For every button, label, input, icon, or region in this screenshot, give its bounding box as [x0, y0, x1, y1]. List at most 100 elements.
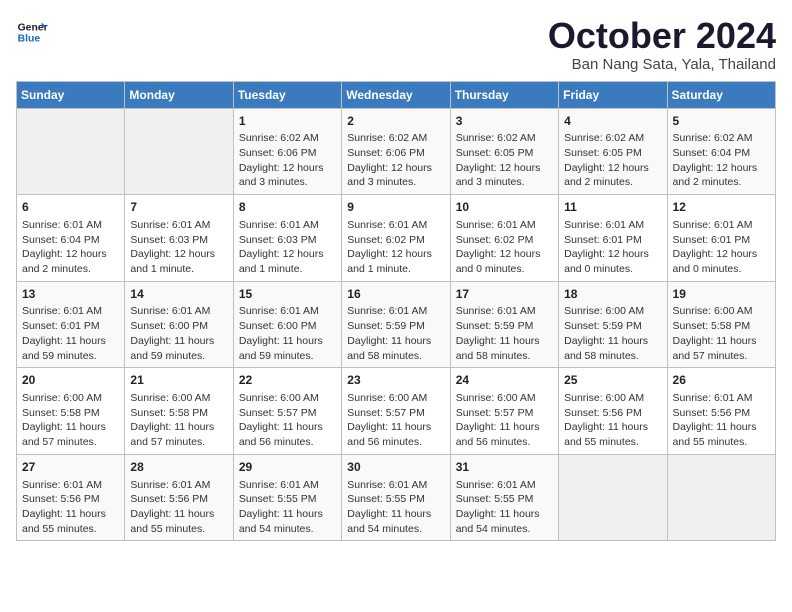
cell-sun-info: Sunrise: 6:01 AMSunset: 6:01 PMDaylight:… [564, 218, 661, 277]
calendar-cell: 19Sunrise: 6:00 AMSunset: 5:58 PMDayligh… [667, 281, 775, 368]
calendar-cell: 27Sunrise: 6:01 AMSunset: 5:56 PMDayligh… [17, 454, 125, 541]
day-number: 10 [456, 199, 553, 216]
day-number: 1 [239, 113, 336, 130]
calendar-cell: 24 Sunrise: 6:00 AMSunset: 5:57 PMDayligh… [450, 368, 558, 455]
day-number: 29 [239, 459, 336, 476]
weekday-header: Sunday [17, 81, 125, 108]
day-number: 17 [456, 286, 553, 303]
calendar-cell: 21 Sunrise: 6:00 AMSunset: 5:58 PMDayligh… [125, 368, 233, 455]
calendar-cell: 3Sunrise: 6:02 AMSunset: 6:05 PMDaylight… [450, 108, 558, 195]
day-number: 6 [22, 199, 119, 216]
calendar-cell: 20 Sunrise: 6:00 AMSunset: 5:58 PMDayligh… [17, 368, 125, 455]
day-number: 5 [673, 113, 770, 130]
day-number: 19 [673, 286, 770, 303]
calendar-cell: 11 Sunrise: 6:01 AMSunset: 6:01 PMDayligh… [559, 195, 667, 282]
day-number: 13 [22, 286, 119, 303]
cell-sun-info: Sunrise: 6:00 AMSunset: 5:57 PMDaylight:… [456, 391, 553, 450]
cell-sun-info: Sunrise: 6:01 AMSunset: 6:01 PMDaylight:… [22, 304, 119, 363]
svg-text:General: General [18, 22, 48, 33]
day-number: 22 [239, 372, 336, 389]
calendar-cell: 12 Sunrise: 6:01 AMSunset: 6:01 PMDayligh… [667, 195, 775, 282]
day-number: 31 [456, 459, 553, 476]
cell-sun-info: Sunrise: 6:01 AMSunset: 5:56 PMDaylight:… [130, 478, 227, 537]
day-number: 23 [347, 372, 444, 389]
cell-sun-info: Sunrise: 6:00 AMSunset: 5:58 PMDaylight:… [130, 391, 227, 450]
location: Ban Nang Sata, Yala, Thailand [548, 56, 776, 73]
day-number: 18 [564, 286, 661, 303]
calendar-cell: 2Sunrise: 6:02 AMSunset: 6:06 PMDaylight… [342, 108, 450, 195]
cell-sun-info: Sunrise: 6:02 AMSunset: 6:05 PMDaylight:… [456, 131, 553, 190]
weekday-header: Saturday [667, 81, 775, 108]
cell-sun-info: Sunrise: 6:01 AMSunset: 5:56 PMDaylight:… [673, 391, 770, 450]
calendar-cell: 15Sunrise: 6:01 AMSunset: 6:00 PMDayligh… [233, 281, 341, 368]
calendar-cell: 28 Sunrise: 6:01 AMSunset: 5:56 PMDayligh… [125, 454, 233, 541]
day-number: 11 [564, 199, 661, 216]
day-number: 26 [673, 372, 770, 389]
cell-sun-info: Sunrise: 6:00 AMSunset: 5:58 PMDaylight:… [22, 391, 119, 450]
day-number: 4 [564, 113, 661, 130]
calendar-cell: 17Sunrise: 6:01 AMSunset: 5:59 PMDayligh… [450, 281, 558, 368]
weekday-header: Tuesday [233, 81, 341, 108]
day-number: 8 [239, 199, 336, 216]
calendar-cell: 16Sunrise: 6:01 AMSunset: 5:59 PMDayligh… [342, 281, 450, 368]
calendar-cell: 1Sunrise: 6:02 AMSunset: 6:06 PMDaylight… [233, 108, 341, 195]
calendar-cell: 31Sunrise: 6:01 AMSunset: 5:55 PMDayligh… [450, 454, 558, 541]
weekday-header: Thursday [450, 81, 558, 108]
cell-sun-info: Sunrise: 6:01 AMSunset: 6:02 PMDaylight:… [456, 218, 553, 277]
weekday-header-row: SundayMondayTuesdayWednesdayThursdayFrid… [17, 81, 776, 108]
day-number: 9 [347, 199, 444, 216]
weekday-header: Wednesday [342, 81, 450, 108]
calendar-week-row: 1Sunrise: 6:02 AMSunset: 6:06 PMDaylight… [17, 108, 776, 195]
calendar-cell: 8 Sunrise: 6:01 AMSunset: 6:03 PMDaylight… [233, 195, 341, 282]
cell-sun-info: Sunrise: 6:00 AMSunset: 5:57 PMDaylight:… [347, 391, 444, 450]
calendar-cell: 14Sunrise: 6:01 AMSunset: 6:00 PMDayligh… [125, 281, 233, 368]
cell-sun-info: Sunrise: 6:01 AMSunset: 6:03 PMDaylight:… [239, 218, 336, 277]
calendar-week-row: 13Sunrise: 6:01 AMSunset: 6:01 PMDayligh… [17, 281, 776, 368]
calendar-table: SundayMondayTuesdayWednesdayThursdayFrid… [16, 81, 776, 542]
cell-sun-info: Sunrise: 6:01 AMSunset: 5:56 PMDaylight:… [22, 478, 119, 537]
weekday-header: Monday [125, 81, 233, 108]
calendar-cell: 29 Sunrise: 6:01 AMSunset: 5:55 PMDayligh… [233, 454, 341, 541]
logo-icon: General Blue [16, 16, 48, 48]
calendar-cell [17, 108, 125, 195]
day-number: 16 [347, 286, 444, 303]
weekday-header: Friday [559, 81, 667, 108]
cell-sun-info: Sunrise: 6:02 AMSunset: 6:06 PMDaylight:… [347, 131, 444, 190]
calendar-cell [559, 454, 667, 541]
logo: General Blue [16, 16, 48, 48]
calendar-cell: 18Sunrise: 6:00 AMSunset: 5:59 PMDayligh… [559, 281, 667, 368]
calendar-cell: 10 Sunrise: 6:01 AMSunset: 6:02 PMDayligh… [450, 195, 558, 282]
day-number: 20 [22, 372, 119, 389]
day-number: 12 [673, 199, 770, 216]
cell-sun-info: Sunrise: 6:01 AMSunset: 5:55 PMDaylight:… [347, 478, 444, 537]
day-number: 28 [130, 459, 227, 476]
calendar-cell [125, 108, 233, 195]
cell-sun-info: Sunrise: 6:01 AMSunset: 6:00 PMDaylight:… [130, 304, 227, 363]
calendar-cell [667, 454, 775, 541]
page-header: General Blue October 2024 Ban Nang Sata,… [16, 16, 776, 73]
cell-sun-info: Sunrise: 6:01 AMSunset: 6:03 PMDaylight:… [130, 218, 227, 277]
day-number: 25 [564, 372, 661, 389]
calendar-cell: 9Sunrise: 6:01 AMSunset: 6:02 PMDaylight… [342, 195, 450, 282]
cell-sun-info: Sunrise: 6:01 AMSunset: 5:55 PMDaylight:… [239, 478, 336, 537]
calendar-week-row: 20 Sunrise: 6:00 AMSunset: 5:58 PMDayligh… [17, 368, 776, 455]
calendar-cell: 25 Sunrise: 6:00 AMSunset: 5:56 PMDayligh… [559, 368, 667, 455]
cell-sun-info: Sunrise: 6:01 AMSunset: 6:01 PMDaylight:… [673, 218, 770, 277]
cell-sun-info: Sunrise: 6:01 AMSunset: 5:59 PMDaylight:… [456, 304, 553, 363]
calendar-week-row: 27Sunrise: 6:01 AMSunset: 5:56 PMDayligh… [17, 454, 776, 541]
title-block: October 2024 Ban Nang Sata, Yala, Thaila… [548, 16, 776, 73]
cell-sun-info: Sunrise: 6:01 AMSunset: 6:04 PMDaylight:… [22, 218, 119, 277]
calendar-cell: 13Sunrise: 6:01 AMSunset: 6:01 PMDayligh… [17, 281, 125, 368]
cell-sun-info: Sunrise: 6:00 AMSunset: 5:58 PMDaylight:… [673, 304, 770, 363]
cell-sun-info: Sunrise: 6:00 AMSunset: 5:57 PMDaylight:… [239, 391, 336, 450]
day-number: 24 [456, 372, 553, 389]
calendar-cell: 26 Sunrise: 6:01 AMSunset: 5:56 PMDayligh… [667, 368, 775, 455]
calendar-cell: 23 Sunrise: 6:00 AMSunset: 5:57 PMDayligh… [342, 368, 450, 455]
day-number: 21 [130, 372, 227, 389]
cell-sun-info: Sunrise: 6:00 AMSunset: 5:56 PMDaylight:… [564, 391, 661, 450]
cell-sun-info: Sunrise: 6:02 AMSunset: 6:06 PMDaylight:… [239, 131, 336, 190]
calendar-cell: 5Sunrise: 6:02 AMSunset: 6:04 PMDaylight… [667, 108, 775, 195]
calendar-cell: 6 Sunrise: 6:01 AMSunset: 6:04 PMDaylight… [17, 195, 125, 282]
svg-text:Blue: Blue [18, 34, 41, 45]
day-number: 30 [347, 459, 444, 476]
